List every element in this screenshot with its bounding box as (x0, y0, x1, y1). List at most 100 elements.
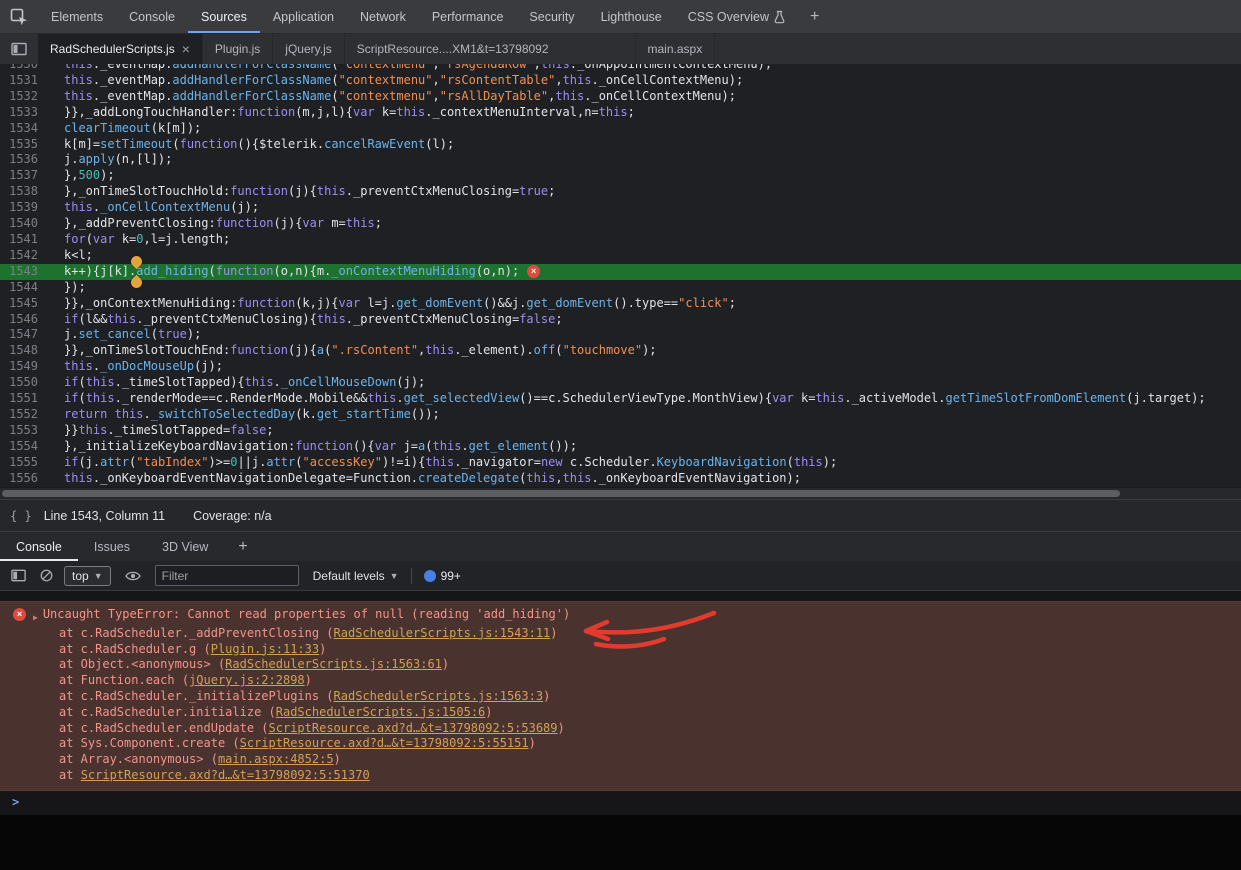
line-number[interactable]: 1545 (0, 296, 38, 312)
line-number[interactable]: 1542 (0, 248, 38, 264)
line-number[interactable]: 1543 (0, 264, 38, 280)
drawer-tab-console[interactable]: Console (0, 532, 78, 561)
line-number[interactable]: 1530 (0, 64, 38, 73)
source-editor[interactable]: 1530 this._eventMap.addHandlerForClassNam… (0, 64, 1241, 487)
line-number[interactable]: 1549 (0, 359, 38, 375)
code-text[interactable]: },_initializeKeyboardNavigation:function… (64, 439, 577, 453)
main-tab-console[interactable]: Console (116, 0, 188, 33)
live-expression-eye-icon[interactable] (119, 570, 147, 582)
line-number[interactable]: 1533 (0, 105, 38, 121)
code-text[interactable]: }}this._timeSlotTapped=false; (64, 423, 274, 437)
add-drawer-tab-button[interactable]: + (224, 532, 261, 561)
code-text[interactable]: },_addPreventClosing:function(j){var m=t… (64, 216, 382, 230)
clear-console-icon[interactable] (32, 568, 60, 583)
drawer-tab-3d-view[interactable]: 3D View (146, 532, 224, 561)
code-text[interactable]: j.set_cancel(true); (64, 327, 201, 341)
file-tab-jquery-js[interactable]: jQuery.js (273, 34, 344, 64)
main-tab-performance[interactable]: Performance (419, 0, 517, 33)
console-sidebar-icon[interactable] (4, 567, 32, 584)
main-tab-network[interactable]: Network (347, 0, 419, 33)
stack-frame-link[interactable]: RadSchedulerScripts.js:1563:61 (225, 657, 442, 671)
more-tabs-button[interactable]: + (798, 0, 831, 33)
code-text[interactable]: j.apply(n,[l]); (64, 152, 172, 166)
line-number[interactable]: 1539 (0, 200, 38, 216)
code-text[interactable]: this._onDocMouseUp(j); (64, 359, 223, 373)
file-tab-radschedulerscripts-js[interactable]: RadSchedulerScripts.js× (38, 34, 203, 64)
main-tab-lighthouse[interactable]: Lighthouse (588, 0, 675, 33)
file-tab-plugin-js[interactable]: Plugin.js (203, 34, 273, 64)
expand-triangle-icon[interactable]: ▶ (33, 610, 38, 626)
code-text[interactable]: this._onKeyboardEventNavigationDelegate=… (64, 471, 801, 485)
code-text[interactable]: }},_onTimeSlotTouchEnd:function(j){a(".r… (64, 343, 657, 357)
code-text[interactable]: if(l&&this._preventCtxMenuClosing){this.… (64, 312, 563, 326)
code-text[interactable]: if(j.attr("tabIndex")>=0||j.attr("access… (64, 455, 837, 469)
console-message-count[interactable]: 99+ (424, 569, 461, 583)
stack-frame-link[interactable]: RadSchedulerScripts.js:1563:3 (334, 689, 544, 703)
console-messages-area[interactable]: × ▶ Uncaught TypeError: Cannot read prop… (0, 591, 1241, 870)
line-number[interactable]: 1554 (0, 439, 38, 455)
line-number[interactable]: 1555 (0, 455, 38, 471)
console-filter-input[interactable] (155, 565, 299, 586)
line-number[interactable]: 1540 (0, 216, 38, 232)
close-tab-icon[interactable]: × (182, 42, 190, 56)
code-text[interactable]: }},_addLongTouchHandler:function(m,j,l){… (64, 105, 635, 119)
main-tab-sources[interactable]: Sources (188, 0, 260, 33)
line-number[interactable]: 1532 (0, 89, 38, 105)
main-tab-security[interactable]: Security (516, 0, 587, 33)
line-number[interactable]: 1537 (0, 168, 38, 184)
pretty-print-button[interactable]: { } (10, 509, 32, 523)
line-number[interactable]: 1536 (0, 152, 38, 168)
code-text[interactable]: },500); (64, 168, 115, 182)
line-number[interactable]: 1552 (0, 407, 38, 423)
line-number[interactable]: 1551 (0, 391, 38, 407)
stack-frame-link[interactable]: main.aspx:4852:5 (218, 752, 334, 766)
drawer-tab-issues[interactable]: Issues (78, 532, 146, 561)
javascript-context-selector[interactable]: top ▼ (64, 566, 111, 586)
line-error-badge-icon[interactable]: × (527, 265, 540, 278)
code-text[interactable]: clearTimeout(k[m]); (64, 121, 201, 135)
code-text[interactable]: if(this._timeSlotTapped){this._onCellMou… (64, 375, 425, 389)
file-tab-scriptresource-xm1-t-13798092[interactable]: ScriptResource....XM1&t=13798092 (345, 34, 636, 64)
line-number[interactable]: 1547 (0, 327, 38, 343)
stack-frame-link[interactable]: ScriptResource.axd?d…&t=13798092:5:55151 (240, 736, 529, 750)
main-tab-application[interactable]: Application (260, 0, 347, 33)
line-number[interactable]: 1548 (0, 343, 38, 359)
stack-frame-link[interactable]: jQuery.js:2:2898 (189, 673, 305, 687)
stack-frame-link[interactable]: ScriptResource.axd?d…&t=13798092:5:53689 (269, 721, 558, 735)
horizontal-scrollbar[interactable] (0, 487, 1241, 499)
line-number[interactable]: 1550 (0, 375, 38, 391)
code-text[interactable]: for(var k=0,l=j.length; (64, 232, 230, 246)
line-number[interactable]: 1556 (0, 471, 38, 487)
navigator-toggle-icon[interactable] (0, 34, 38, 64)
main-tab-elements[interactable]: Elements (38, 0, 116, 33)
code-text[interactable]: this._eventMap.addHandlerForClassName("c… (64, 89, 736, 103)
code-text[interactable]: if(this._renderMode==c.RenderMode.Mobile… (64, 391, 1206, 405)
line-number[interactable]: 1553 (0, 423, 38, 439)
stack-frame-link[interactable]: RadSchedulerScripts.js:1543:11 (334, 626, 551, 640)
line-number[interactable]: 1538 (0, 184, 38, 200)
line-number[interactable]: 1535 (0, 137, 38, 153)
main-tab-css-overview[interactable]: CSS Overview (675, 0, 798, 33)
code-text[interactable]: this._eventMap.addHandlerForClassName("c… (64, 64, 772, 71)
stack-frame-link[interactable]: Plugin.js:11:33 (211, 642, 319, 656)
code-text[interactable]: k[m]=setTimeout(function(){$telerik.canc… (64, 137, 454, 151)
code-text[interactable]: return this._switchToSelectedDay(k.get_s… (64, 407, 440, 421)
line-number[interactable]: 1534 (0, 121, 38, 137)
scrollbar-thumb[interactable] (2, 490, 1120, 497)
stack-frame-link[interactable]: RadSchedulerScripts.js:1505:6 (276, 705, 486, 719)
file-tab-main-aspx[interactable]: main.aspx (636, 34, 716, 64)
code-text[interactable]: }},_onContextMenuHiding:function(k,j){va… (64, 296, 736, 310)
stack-frame-link[interactable]: ScriptResource.axd?d…&t=13798092:5:51370 (81, 768, 370, 782)
inspect-icon[interactable] (0, 0, 38, 33)
line-number[interactable]: 1544 (0, 280, 38, 296)
code-text[interactable]: },_onTimeSlotTouchHold:function(j){this.… (64, 184, 555, 198)
line-number[interactable]: 1531 (0, 73, 38, 89)
line-number[interactable]: 1546 (0, 312, 38, 328)
console-prompt[interactable]: > (0, 791, 1241, 815)
log-levels-dropdown[interactable]: Default levels ▼ (313, 569, 399, 583)
code-text[interactable]: }); (64, 280, 86, 294)
code-text[interactable]: k<l; (64, 248, 93, 262)
code-text[interactable]: this._onCellContextMenu(j); (64, 200, 259, 214)
line-number[interactable]: 1541 (0, 232, 38, 248)
code-text[interactable]: this._eventMap.addHandlerForClassName("c… (64, 73, 743, 87)
